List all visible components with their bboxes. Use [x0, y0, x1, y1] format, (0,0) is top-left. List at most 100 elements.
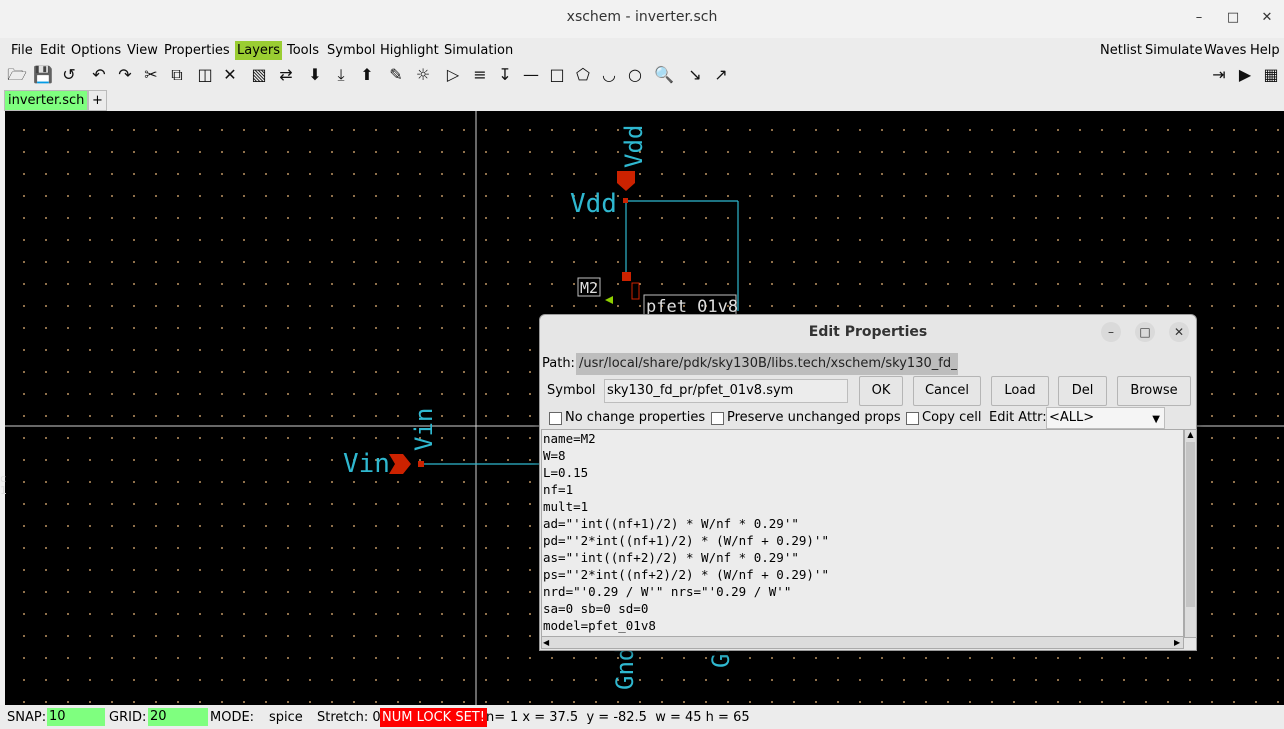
- polygon-icon[interactable]: ⬠: [572, 64, 594, 86]
- no-change-checkbox[interactable]: [549, 412, 562, 425]
- waves-icon[interactable]: ▦: [1260, 64, 1282, 86]
- text-icon[interactable]: ≡: [469, 64, 491, 86]
- zoom-fit-icon[interactable]: ↘: [684, 64, 706, 86]
- line-icon[interactable]: —: [520, 64, 542, 86]
- dialog-title: Edit Properties: [808, 324, 928, 340]
- prop-line: nf=1: [543, 482, 574, 497]
- load-button[interactable]: Load: [991, 376, 1049, 406]
- delete-icon[interactable]: ✕: [219, 64, 241, 86]
- edit-attr-value: <ALL>: [1049, 410, 1095, 425]
- horizontal-scrollbar[interactable]: ◀ ▶: [541, 636, 1184, 649]
- dialog-maximize-icon[interactable]: □: [1135, 322, 1155, 342]
- menu-simulation[interactable]: Simulation: [442, 41, 515, 60]
- menu-view[interactable]: View: [125, 41, 160, 60]
- scroll-left-icon[interactable]: ◀: [543, 637, 551, 648]
- add-tab-button[interactable]: +: [88, 90, 107, 111]
- maximize-icon[interactable]: □: [1222, 8, 1244, 28]
- save-icon[interactable]: 💾: [32, 64, 54, 86]
- vertical-scrollbar[interactable]: ▲: [1184, 429, 1197, 638]
- duplicate-icon[interactable]: ◫: [194, 64, 216, 86]
- snap-field[interactable]: 10: [47, 708, 105, 726]
- prop-line: model=pfet_01v8: [543, 618, 656, 633]
- copy-cell-checkbox[interactable]: [906, 412, 919, 425]
- menu-netlist[interactable]: Netlist: [1098, 41, 1144, 60]
- prop-line: mult=1: [543, 499, 589, 514]
- no-change-label: No change properties: [565, 410, 706, 425]
- pen-icon[interactable]: ✎: [385, 64, 407, 86]
- edit-attr-select[interactable]: <ALL> ▼: [1046, 407, 1165, 429]
- arc-icon[interactable]: ◡: [598, 64, 620, 86]
- browse-button[interactable]: Browse: [1117, 376, 1191, 406]
- swap-icon[interactable]: ⇄: [275, 64, 297, 86]
- vdd-pin: [617, 171, 635, 191]
- menu-properties[interactable]: Properties: [162, 41, 232, 60]
- reload-icon[interactable]: ↺: [58, 64, 80, 86]
- play-icon[interactable]: ▶: [1234, 64, 1256, 86]
- vin-pin: [389, 454, 411, 474]
- label-vin-top: Vin: [410, 408, 438, 451]
- menu-file[interactable]: File: [9, 41, 35, 60]
- minimize-icon[interactable]: –: [1188, 8, 1210, 28]
- close-icon[interactable]: ✕: [1256, 8, 1278, 28]
- rect-icon[interactable]: □: [546, 64, 568, 86]
- label-gnd: Gnd: [611, 647, 639, 690]
- cut-icon[interactable]: ✂: [140, 64, 162, 86]
- chevron-down-icon: ▼: [1152, 414, 1160, 425]
- ascend-icon[interactable]: ⬆: [356, 64, 378, 86]
- pin-icon[interactable]: ↧: [494, 64, 516, 86]
- del-button[interactable]: Del: [1058, 376, 1107, 406]
- path-label: Path:: [542, 356, 575, 371]
- ok-button[interactable]: OK: [859, 376, 903, 406]
- grid-label: GRID:: [109, 710, 147, 725]
- prop-line: as="'int((nf+2)/2) * W/nf * 0.29'": [543, 550, 799, 565]
- insert-icon[interactable]: ⤓: [330, 64, 352, 86]
- dialog-minimize-icon[interactable]: –: [1101, 322, 1121, 342]
- scroll-up-icon[interactable]: ▲: [1186, 431, 1195, 439]
- path-field[interactable]: /usr/local/share/pdk/sky130B/libs.tech/x…: [576, 353, 958, 375]
- menu-layers[interactable]: Layers: [235, 41, 283, 60]
- undo-icon[interactable]: ↶: [88, 64, 110, 86]
- prop-line: sa=0 sb=0 sd=0: [543, 601, 649, 616]
- m2-terminal: [622, 272, 631, 281]
- symbol-icon[interactable]: ▷: [442, 64, 464, 86]
- circle-icon[interactable]: ○: [624, 64, 646, 86]
- netlist-icon[interactable]: ⇥: [1208, 64, 1230, 86]
- properties-textarea[interactable]: name=M2 W=8 L=0.15 nf=1 mult=1 ad="'int(…: [541, 429, 1184, 638]
- menu-simulate[interactable]: Simulate: [1143, 41, 1204, 60]
- vin-node: [418, 461, 424, 467]
- prop-line: ad="'int((nf+1)/2) * W/nf * 0.29'": [543, 516, 799, 531]
- light-icon[interactable]: ☼: [412, 64, 434, 86]
- open-icon[interactable]: 🗁: [6, 64, 28, 86]
- menu-help[interactable]: Help: [1248, 41, 1282, 60]
- menu-edit[interactable]: Edit: [38, 41, 67, 60]
- zoom-icon[interactable]: 🔍: [653, 64, 675, 86]
- tab-inverter[interactable]: inverter.sch: [4, 90, 89, 111]
- move-icon[interactable]: ▧: [248, 64, 270, 86]
- toolbar: 🗁 💾 ↺ ↶ ↷ ✂ ⧉ ◫ ✕ ▧ ⇄ ⬇ ⤓ ⬆ ✎ ☼ ▷ ≡ ↧ — …: [0, 62, 1284, 88]
- grid-field[interactable]: 20: [148, 708, 208, 726]
- label-vin-left: Vin: [343, 449, 390, 479]
- copy-icon[interactable]: ⧉: [166, 64, 188, 86]
- n-status: n=: [486, 710, 506, 725]
- status-bar: SNAP: 10 GRID: 20 MODE: spice Stretch: 0…: [0, 705, 1284, 729]
- dialog-close-icon[interactable]: ✕: [1169, 322, 1189, 342]
- vdd-node: [623, 198, 628, 203]
- copy-cell-label: Copy cell: [922, 410, 982, 425]
- menu-symbol[interactable]: Symbol: [325, 41, 377, 60]
- scroll-right-icon[interactable]: ▶: [1174, 637, 1182, 648]
- mode-value: spice: [269, 710, 303, 725]
- cancel-button[interactable]: Cancel: [913, 376, 981, 406]
- prop-line: L=0.15: [543, 465, 589, 480]
- zoom-full-icon[interactable]: ↗: [710, 64, 732, 86]
- menu-waves[interactable]: Waves: [1202, 41, 1248, 60]
- redo-icon[interactable]: ↷: [114, 64, 136, 86]
- menu-highlight[interactable]: Highlight: [378, 41, 441, 60]
- label-vdd-top: Vdd: [620, 125, 648, 168]
- window-title: xschem - inverter.sch: [566, 9, 718, 25]
- vertical-scroll-thumb[interactable]: [1186, 442, 1195, 607]
- menu-tools[interactable]: Tools: [285, 41, 321, 60]
- descend-icon[interactable]: ⬇: [304, 64, 326, 86]
- menu-options[interactable]: Options: [69, 41, 123, 60]
- symbol-field[interactable]: sky130_fd_pr/pfet_01v8.sym: [604, 379, 848, 403]
- preserve-checkbox[interactable]: [711, 412, 724, 425]
